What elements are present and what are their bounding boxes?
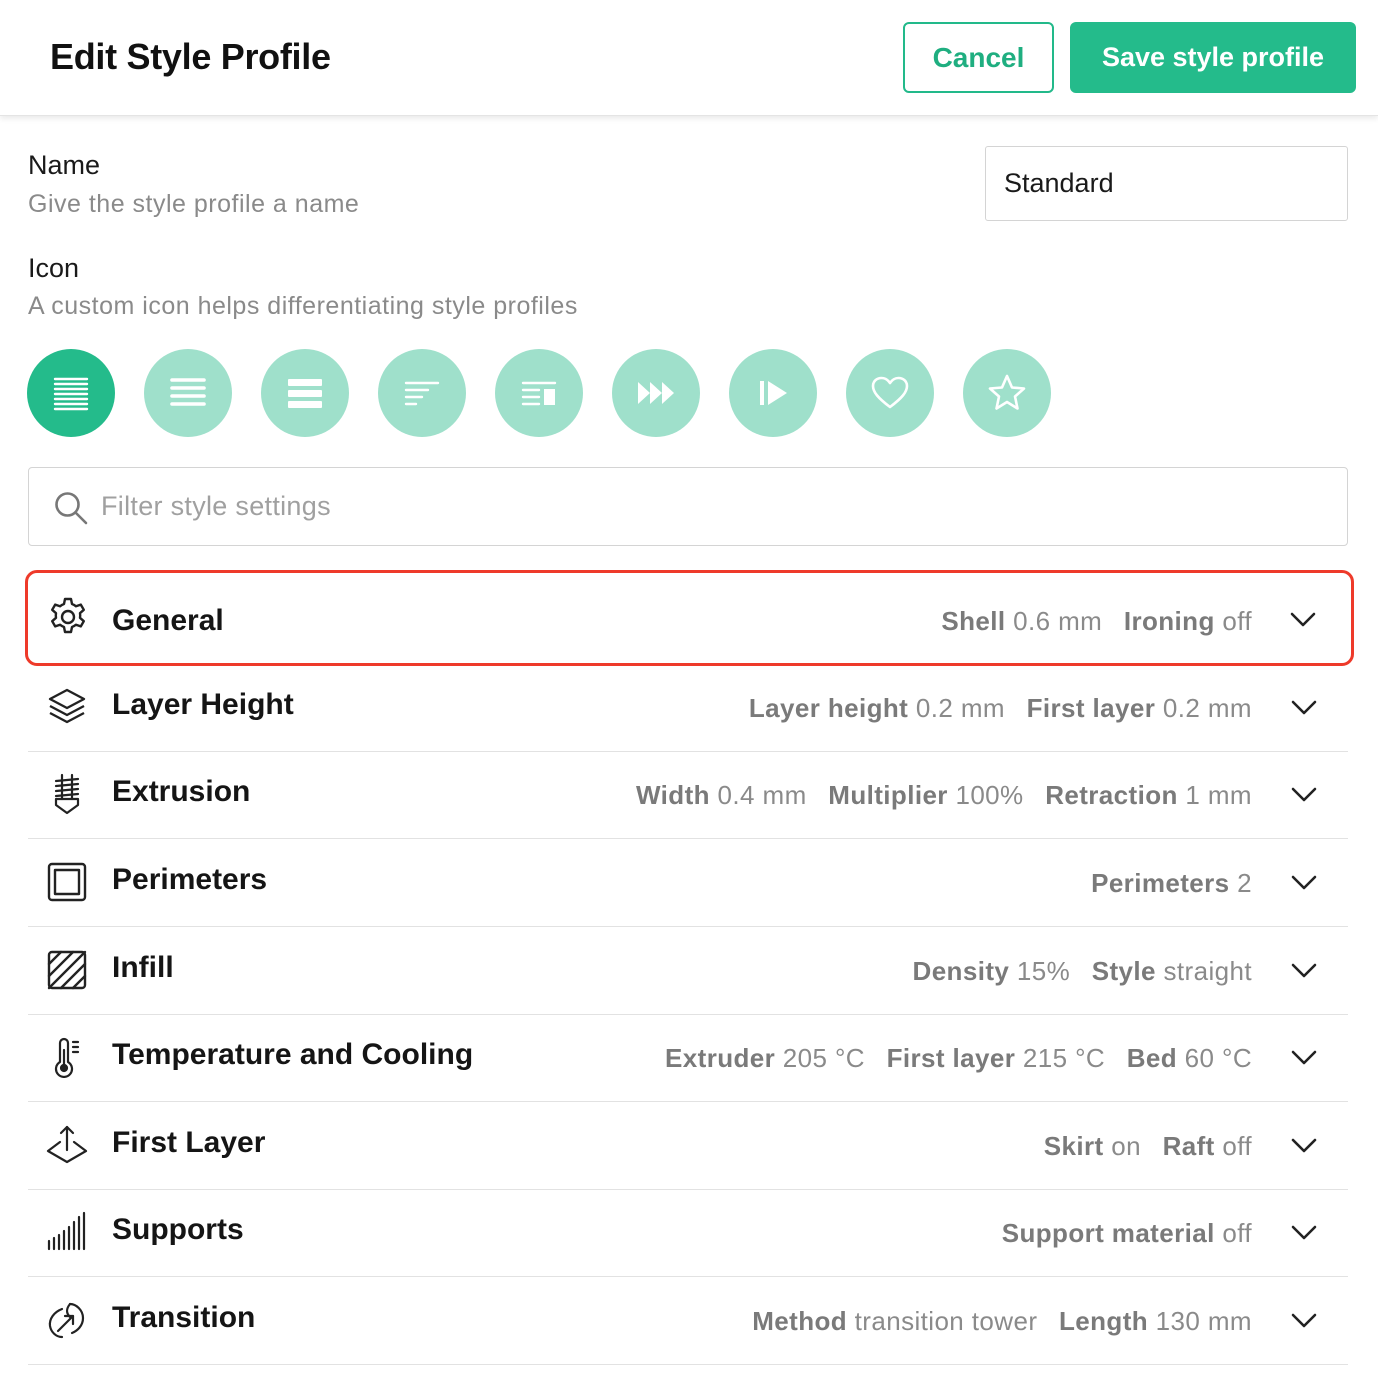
section-summary: Extruder 205 °C First layer 215 °C Bed 6… (665, 1043, 1252, 1073)
section-layer-height[interactable]: Layer Height Layer height 0.2 mm First l… (28, 664, 1348, 752)
section-title: Infill (112, 951, 174, 984)
section-title: Temperature and Cooling (112, 1038, 474, 1071)
dialog-header: Edit Style Profile Cancel Save style pro… (0, 0, 1378, 116)
chevron-down-icon[interactable] (1290, 1132, 1318, 1160)
thermometer-icon (54, 1037, 80, 1078)
chevron-down-icon[interactable] (1290, 1219, 1318, 1247)
chevron-down-icon[interactable] (1289, 606, 1317, 634)
lines-left-align-icon (404, 381, 440, 406)
section-summary: Support material off (1001, 1218, 1252, 1248)
skip-play-icon (760, 381, 787, 405)
first-layer-icon (46, 1125, 88, 1164)
section-infill[interactable]: Infill Density 15% Style straight (28, 927, 1348, 1015)
section-title: Supports (112, 1213, 244, 1246)
icon-option-lines-box[interactable] (495, 349, 583, 437)
section-perimeters[interactable]: Perimeters Perimeters 2 (28, 839, 1348, 927)
infill-icon (47, 950, 87, 990)
name-label: Name (28, 150, 101, 180)
section-transition[interactable]: Transition Method transition tower Lengt… (28, 1277, 1348, 1365)
section-supports[interactable]: Supports Support material off (28, 1189, 1348, 1277)
chevron-down-icon[interactable] (1290, 781, 1318, 809)
section-title: General (112, 604, 224, 637)
icon-option-lines-thick[interactable] (261, 349, 349, 437)
section-title: Transition (112, 1301, 256, 1334)
name-input[interactable] (985, 146, 1348, 221)
name-help-text: Give the style profile a name (28, 190, 360, 218)
lines-with-box-icon (521, 381, 557, 406)
icon-help-text: A custom icon helps differentiating styl… (28, 292, 578, 320)
section-summary: Shell 0.6 mm Ironing off (941, 606, 1252, 636)
filter-search-box[interactable] (28, 467, 1348, 546)
save-style-profile-button[interactable]: Save style profile (1070, 22, 1356, 93)
icon-option-heart[interactable] (846, 349, 934, 437)
section-summary: Layer height 0.2 mm First layer 0.2 mm (748, 693, 1252, 723)
page-title: Edit Style Profile (50, 36, 331, 77)
icon-option-star[interactable] (963, 349, 1051, 437)
perimeters-icon (47, 862, 87, 902)
icon-option-skip-play[interactable] (729, 349, 817, 437)
supports-icon (47, 1211, 86, 1251)
search-icon (55, 492, 88, 525)
section-extrusion[interactable]: Extrusion Width 0.4 mm Multiplier 100% R… (28, 751, 1348, 839)
section-temperature-cooling[interactable]: Temperature and Cooling Extruder 205 °C … (28, 1014, 1348, 1102)
cancel-button[interactable]: Cancel (903, 22, 1054, 93)
icon-option-lines-left[interactable] (378, 349, 466, 437)
icon-option-lines-dense[interactable] (27, 349, 115, 437)
section-summary: Width 0.4 mm Multiplier 100% Retraction … (635, 780, 1252, 810)
chevron-down-icon[interactable] (1290, 694, 1318, 722)
filter-input[interactable] (101, 468, 1321, 545)
chevron-down-icon[interactable] (1290, 1044, 1318, 1072)
transition-icon (48, 1302, 85, 1339)
lines-thick-icon (288, 379, 322, 408)
section-title: Layer Height (112, 688, 294, 721)
star-icon (988, 374, 1026, 410)
section-general[interactable]: General Shell 0.6 mm Ironing off (25, 570, 1354, 666)
lines-medium-icon (170, 378, 206, 406)
section-title: Extrusion (112, 775, 251, 808)
section-summary: Skirt on Raft off (1043, 1131, 1252, 1161)
section-title: Perimeters (112, 863, 268, 896)
chevron-down-icon[interactable] (1290, 957, 1318, 985)
heart-icon (871, 376, 909, 409)
icon-picker (27, 349, 1051, 437)
extruder-icon (54, 773, 80, 815)
section-summary: Method transition tower Length 130 mm (752, 1306, 1252, 1336)
chevron-down-icon[interactable] (1290, 1307, 1318, 1335)
section-first-layer[interactable]: First Layer Skirt on Raft off (28, 1102, 1348, 1190)
icon-label: Icon (28, 253, 80, 283)
fast-forward-icon (638, 382, 674, 404)
lines-dense-icon (53, 377, 89, 411)
section-title: First Layer (112, 1126, 266, 1159)
section-summary: Density 15% Style straight (912, 956, 1252, 986)
icon-option-fast-forward[interactable] (612, 349, 700, 437)
chevron-down-icon[interactable] (1290, 869, 1318, 897)
layers-icon (48, 688, 86, 724)
icon-option-lines-medium[interactable] (144, 349, 232, 437)
section-summary: Perimeters 2 (1091, 868, 1252, 898)
gear-icon (51, 597, 85, 634)
